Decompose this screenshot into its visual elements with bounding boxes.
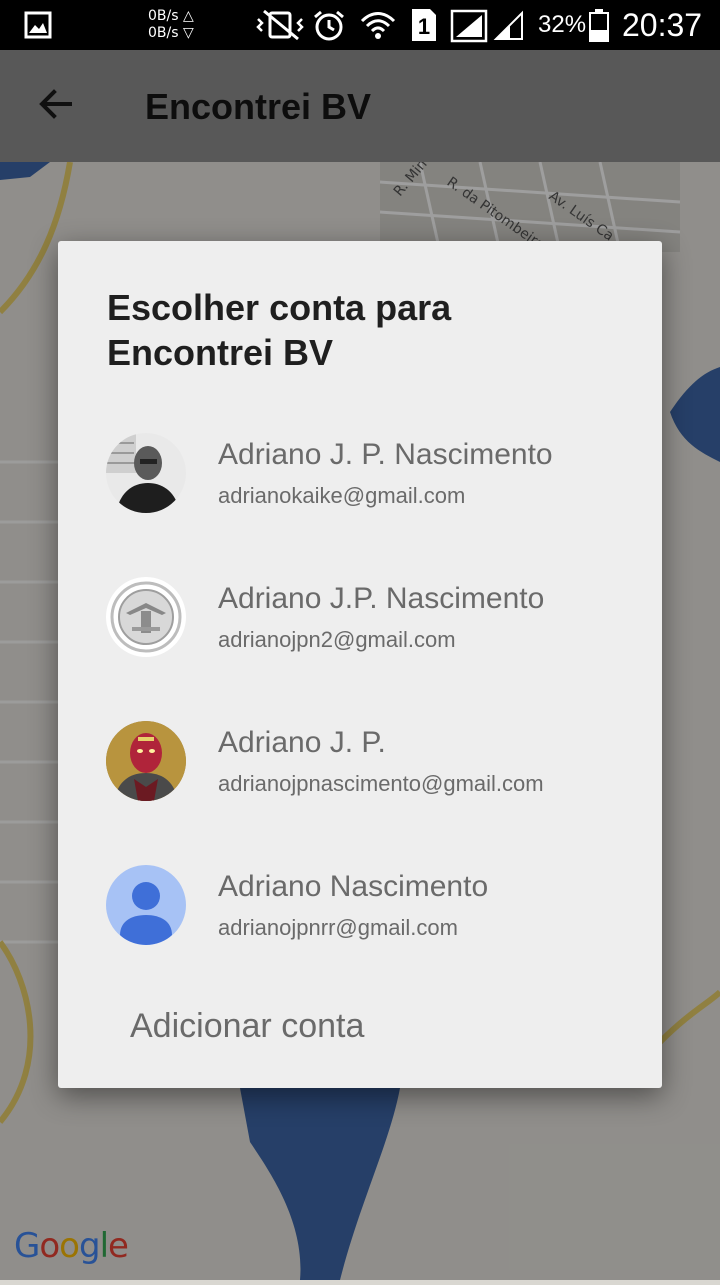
character-portrait-icon <box>106 721 186 801</box>
person-photo-icon <box>106 433 186 513</box>
account-name: Adriano J. P. Nascimento <box>218 438 553 471</box>
clock: 20:37 <box>622 7 703 43</box>
account-name: Adriano J. P. <box>218 726 386 759</box>
account-email: adrianojpnrr@gmail.com <box>218 915 458 940</box>
account-item[interactable]: Adriano J. P. adrianojpnascimento@gmail.… <box>58 699 662 829</box>
choose-account-dialog: Escolher conta para Encontrei BV Adriano… <box>58 241 662 1088</box>
account-item[interactable]: Adriano Nascimento adrianojpnrr@gmail.co… <box>58 843 662 973</box>
avatar-photo <box>106 433 186 513</box>
battery-icon <box>589 9 609 42</box>
battery-percent: 32% <box>538 11 587 38</box>
avatar-emblem <box>106 577 186 657</box>
avatar-default <box>106 865 186 945</box>
account-email: adrianojpnascimento@gmail.com <box>218 771 544 796</box>
account-email: adrianokaike@gmail.com <box>218 483 466 508</box>
account-item[interactable]: Adriano J. P. Nascimento adrianokaike@gm… <box>58 411 662 541</box>
network-speed: 0B/s △ 0B/s ▽ <box>148 8 194 42</box>
upload-speed: 0B/s △ <box>148 8 194 24</box>
wifi-icon <box>360 12 396 39</box>
signal-2-icon <box>493 10 523 40</box>
account-name: Adriano Nascimento <box>218 870 489 903</box>
seal-emblem-icon <box>106 577 186 657</box>
avatar-character <box>106 721 186 801</box>
account-name: Adriano J.P. Nascimento <box>218 582 545 615</box>
status-bar: 0B/s △ 0B/s ▽ 1 32% 20:37 <box>0 0 720 50</box>
download-speed: 0B/s ▽ <box>148 25 194 41</box>
add-account-button[interactable]: Adicionar conta <box>130 1007 364 1046</box>
dialog-title: Escolher conta para Encontrei BV <box>107 287 452 373</box>
vibrate-icon <box>256 9 304 41</box>
account-email: adrianojpn2@gmail.com <box>218 627 456 652</box>
person-icon <box>106 865 186 945</box>
gallery-notification-icon <box>24 11 52 39</box>
sim-slot-icon: 1 <box>412 9 436 41</box>
account-item[interactable]: Adriano J.P. Nascimento adrianojpn2@gmai… <box>58 555 662 685</box>
signal-icon <box>450 9 488 43</box>
alarm-icon <box>314 10 344 41</box>
sim-slot-number: 1 <box>418 14 430 39</box>
